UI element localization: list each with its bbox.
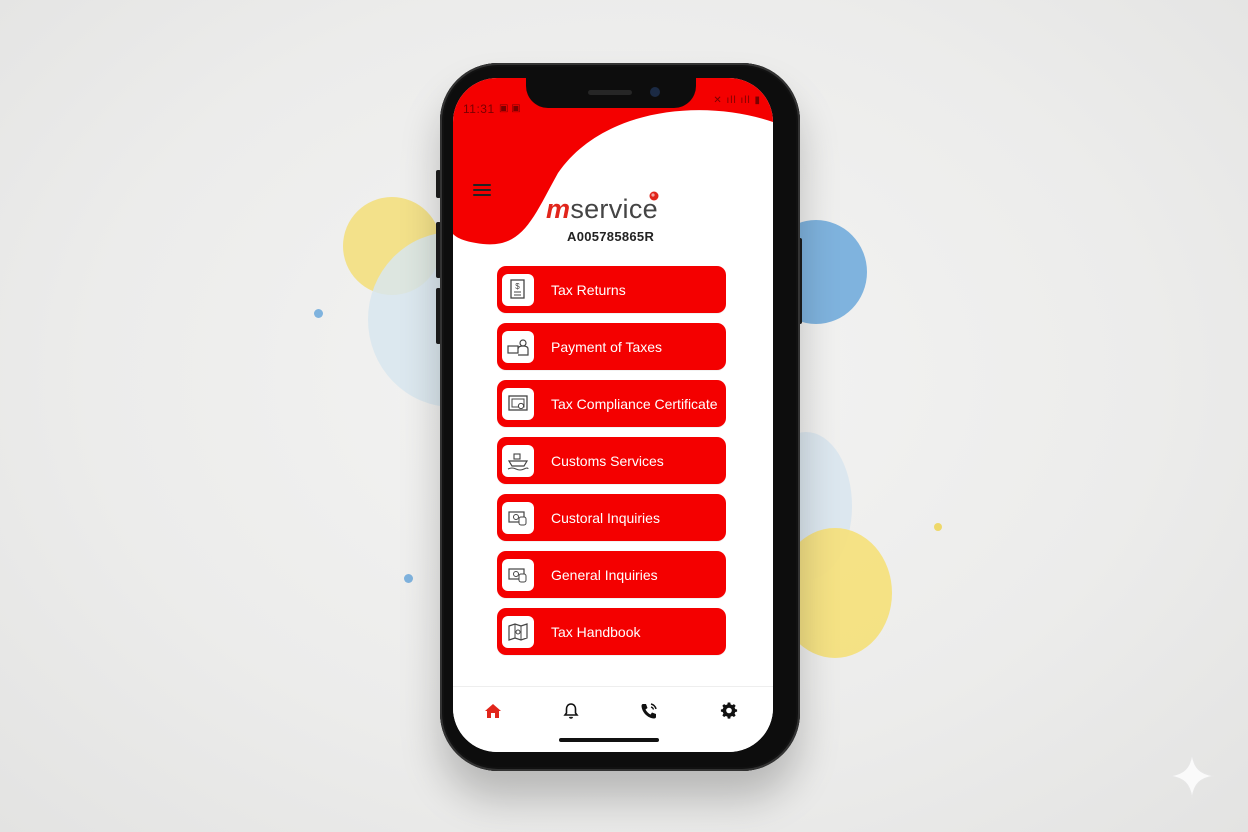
menu-item-tax-returns[interactable]: $ Tax Returns — [497, 266, 726, 313]
menu-item-general-inquiries[interactable]: General Inquiries — [497, 551, 726, 598]
menu-item-tax-compliance-certificate[interactable]: Tax Compliance Certificate — [497, 380, 726, 427]
menu-item-tax-handbook[interactable]: Tax Handbook — [497, 608, 726, 655]
phone-icon — [641, 703, 657, 719]
nav-settings-button[interactable] — [715, 697, 743, 725]
menu-item-payment-of-taxes[interactable]: Payment of Taxes — [497, 323, 726, 370]
menu-item-label: Customs Services — [551, 452, 664, 469]
menu-item-label: Tax Handbook — [551, 623, 641, 640]
menu-item-label: Tax Returns — [551, 281, 626, 298]
logo-m: m — [546, 194, 571, 224]
ship-icon — [502, 444, 534, 477]
logo-service: service — [570, 194, 658, 224]
account-number: A005785865R — [567, 229, 655, 244]
svg-text:$: $ — [515, 282, 520, 291]
bell-icon — [563, 703, 579, 719]
nav-call-button[interactable] — [635, 697, 663, 725]
certificate-icon — [502, 387, 534, 420]
tax-document-icon: $ — [502, 273, 534, 306]
decorative-dot — [314, 309, 323, 318]
logo-globe-icon — [649, 191, 659, 201]
sparkle-icon — [1169, 753, 1215, 799]
mservice-logo: mservice — [546, 191, 659, 225]
hamburger-menu-icon[interactable] — [473, 184, 491, 198]
menu-item-label: Custoral Inquiries — [551, 509, 660, 526]
handbook-icon — [502, 615, 534, 648]
home-indicator[interactable] — [559, 738, 659, 742]
menu-item-custoral-inquiries[interactable]: Custoral Inquiries — [497, 494, 726, 541]
payment-icon — [502, 330, 534, 363]
phone-notch — [526, 78, 696, 108]
menu-item-label: Tax Compliance Certificate — [551, 395, 718, 412]
phone-speaker — [588, 90, 632, 95]
decorative-dot — [934, 523, 942, 531]
status-signal-icons: ✕ ıll ıll ▮ — [713, 95, 761, 106]
services-menu: $ Tax Returns Payment of Taxes Tax Compl… — [497, 266, 726, 665]
front-camera — [650, 87, 660, 97]
cash-icon — [502, 558, 534, 591]
home-icon — [485, 704, 501, 718]
phone-screen: 11:31 ▣ ▣ ✕ ıll ıll ▮ mservice A00578586… — [453, 78, 773, 752]
menu-item-label: Payment of Taxes — [551, 338, 663, 355]
status-time: 11:31 — [463, 102, 495, 116]
status-notification-icons: ▣ ▣ — [499, 103, 521, 114]
gear-icon — [720, 702, 738, 719]
cash-icon — [502, 501, 534, 534]
decorative-dot — [404, 574, 413, 583]
bottom-navigation — [453, 686, 773, 752]
nav-notifications-button[interactable] — [557, 697, 585, 725]
menu-item-customs-services[interactable]: Customs Services — [497, 437, 726, 484]
menu-item-label: General Inquiries — [551, 566, 658, 583]
nav-home-button[interactable] — [479, 697, 507, 725]
